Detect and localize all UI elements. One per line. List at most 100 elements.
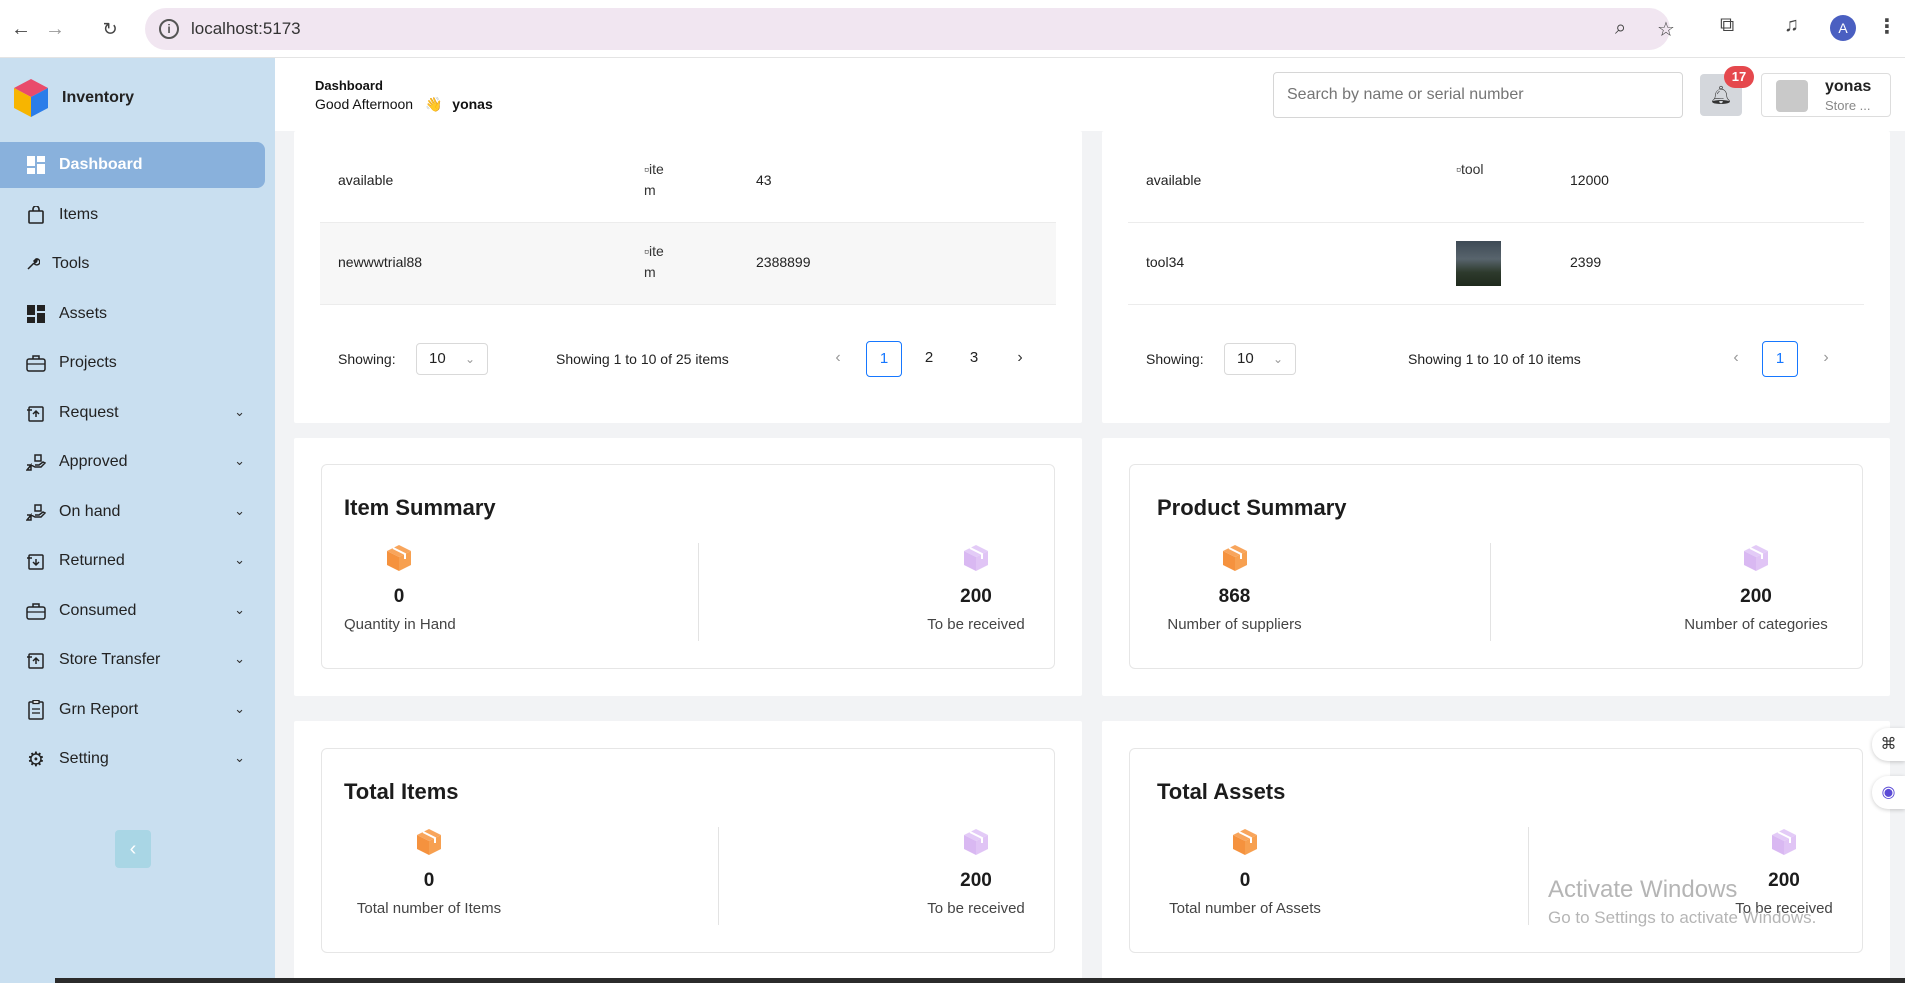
info-icon[interactable]: i (159, 19, 179, 39)
sidebar-item-consumed[interactable]: Consumed ⌄ (0, 588, 275, 634)
sidebar-item-label: Approved (59, 453, 128, 470)
back-icon[interactable]: ← (8, 16, 34, 42)
page-1-button[interactable]: 1 (866, 341, 902, 377)
notification-badge: 17 (1724, 66, 1754, 88)
chevron-down-icon[interactable]: ⌄ (234, 552, 245, 568)
sidebar-item-label: On hand (59, 502, 121, 520)
chevron-down-icon[interactable]: ⌄ (234, 503, 245, 519)
media-icon[interactable]: ♫ (1784, 14, 1799, 37)
sidebar-item-label: Items (59, 205, 99, 223)
apps-grid-icon[interactable]: ⌘ (1872, 728, 1905, 761)
brand-name: Inventory (62, 89, 135, 106)
box-icon (387, 545, 411, 571)
forward-icon[interactable]: → (42, 16, 68, 42)
stat-label: To be received (927, 616, 1025, 633)
stat-value: 200 (1768, 870, 1800, 891)
prev-page-button[interactable]: ‹ (820, 341, 856, 377)
sidebar-item-approved[interactable]: Approved ⌄ (0, 439, 275, 485)
address-bar[interactable]: i localhost:5173 ⌕ ☆ (145, 8, 1675, 50)
cube-logo-icon (14, 79, 48, 117)
extensions-icon[interactable]: ⧉ (1720, 14, 1734, 37)
tool-qty: 2399 (1570, 254, 1602, 270)
item-qty: 43 (756, 172, 772, 188)
sidebar-item-request[interactable]: Request ⌄ (0, 390, 275, 436)
item-summary-panel: Item Summary 0 Quantity in Hand 200 To b… (321, 464, 1055, 669)
chevron-down-icon[interactable]: ⌄ (234, 750, 245, 766)
sidebar-item-tools[interactable]: Tools (0, 241, 275, 287)
page-1-button[interactable]: 1 (1762, 341, 1798, 377)
item-name: newwwtrial88 (338, 254, 423, 270)
prev-page-button[interactable]: ‹ (1718, 341, 1754, 377)
activate-windows-title: Activate Windows (1548, 876, 1738, 903)
sidebar-item-label: Consumed (59, 601, 137, 619)
total-items-stat: 0 Total number of Items (344, 827, 514, 917)
stat-value: 200 (960, 870, 992, 891)
chevron-down-icon[interactable]: ⌄ (234, 602, 245, 618)
sidebar-item-assets[interactable]: Assets (0, 291, 275, 337)
page-size-value: 10 (1237, 350, 1254, 367)
suppliers-stat: 868 Number of suppliers (1157, 543, 1312, 633)
sidebar-item-setting[interactable]: ⚙ Setting ⌄ (0, 736, 275, 782)
url-text[interactable]: localhost:5173 (191, 19, 301, 39)
section-title: Total Assets (1157, 779, 1286, 804)
greeting: Good Afternoon 👋 yonas (315, 96, 493, 113)
sidebar-menu: Dashboard Items Tools Assets Projects Re… (0, 142, 275, 786)
stat-label: Total number of Assets (1169, 900, 1321, 917)
stat-value: 868 (1218, 586, 1251, 607)
zoom-icon[interactable]: ⌕ (1615, 17, 1626, 40)
box-icon (1772, 829, 1796, 855)
page-title: Dashboard (315, 78, 383, 93)
stat-label: To be received (927, 900, 1025, 917)
stat-label: Number of categories (1684, 616, 1828, 633)
sidebar-item-on-hand[interactable]: On hand ⌄ (0, 489, 275, 535)
divider (698, 543, 699, 641)
sidebar-item-returned[interactable]: Returned ⌄ (0, 538, 275, 584)
chevron-down-icon[interactable]: ⌄ (234, 453, 245, 469)
broken-image-icon: ▫tool (1456, 161, 1484, 177)
page-3-button[interactable]: 3 (956, 341, 992, 377)
table-row[interactable]: available ▫tool 12000 (1128, 141, 1864, 223)
next-page-button[interactable]: › (1002, 341, 1038, 377)
box-icon (964, 829, 988, 855)
sidebar-item-items[interactable]: Items (0, 192, 275, 238)
briefcase-icon (26, 601, 46, 621)
table-row[interactable]: tool34 2399 (1128, 223, 1864, 305)
assistant-bot-icon[interactable]: ◉ (1872, 776, 1905, 809)
page-size-label: Showing: (338, 351, 396, 367)
bag-icon (26, 205, 46, 225)
reload-icon[interactable]: ↻ (97, 16, 123, 42)
collapse-sidebar-button[interactable]: ‹ (115, 830, 151, 868)
next-page-button[interactable]: › (1808, 341, 1844, 377)
star-icon[interactable]: ☆ (1657, 17, 1675, 42)
top-header: Dashboard Good Afternoon 👋 yonas 🔔︎ 17 y… (275, 58, 1905, 131)
sidebar-item-store-transfer[interactable]: Store Transfer ⌄ (0, 637, 275, 683)
transfer-icon (26, 650, 46, 670)
sidebar-item-label: Projects (59, 354, 117, 371)
chevron-down-icon[interactable]: ⌄ (234, 701, 245, 717)
sidebar-item-label: Setting (59, 750, 109, 767)
sidebar-item-dashboard[interactable]: Dashboard (0, 142, 265, 188)
sidebar-item-projects[interactable]: Projects (0, 340, 275, 386)
browser-menu-icon[interactable]: ⋮ (1877, 14, 1897, 39)
page-size-select[interactable]: 10 ⌄ (1224, 343, 1296, 375)
page-2-button[interactable]: 2 (911, 341, 947, 377)
box-icon (417, 829, 441, 855)
chevron-down-icon[interactable]: ⌄ (234, 404, 245, 420)
sidebar-item-label: Request (59, 403, 119, 421)
sidebar-item-grn-report[interactable]: Grn Report ⌄ (0, 687, 275, 733)
stat-value: 0 (1239, 870, 1251, 891)
chevron-down-icon[interactable]: ⌄ (234, 651, 245, 667)
briefcase-icon (26, 353, 46, 373)
user-menu[interactable]: yonas Store ... (1761, 73, 1891, 117)
search-input[interactable] (1273, 72, 1683, 118)
table-row[interactable]: newwwtrial88 ▫ite m 2388899 (320, 223, 1056, 305)
page-size-select[interactable]: 10 ⌄ (416, 343, 488, 375)
brand[interactable]: Inventory (12, 76, 134, 120)
wrench-icon (26, 254, 40, 274)
page-size-label: Showing: (1146, 351, 1204, 367)
profile-avatar[interactable]: A (1830, 15, 1856, 41)
grid-icon (26, 304, 46, 324)
categories-stat: 200 Number of categories (1668, 543, 1844, 633)
table-row[interactable]: available ▫ite m 43 (320, 141, 1056, 223)
sidebar-item-label: Dashboard (59, 156, 143, 173)
